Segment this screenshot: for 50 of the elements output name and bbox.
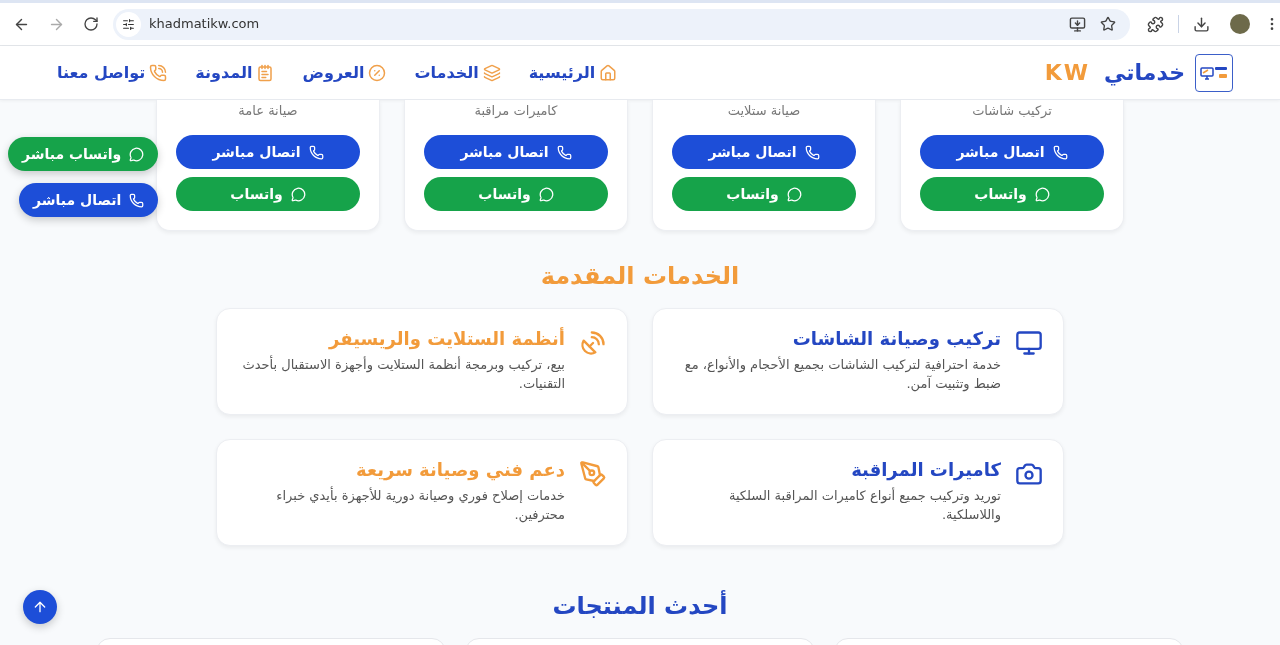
call-button[interactable]: اتصال مباشر (424, 135, 608, 169)
service-title: تركيب وصيانة الشاشات (792, 327, 1001, 351)
phone-icon (804, 144, 820, 160)
card-subtitle: تركيب شاشات (971, 102, 1053, 120)
scroll-to-top-button[interactable] (23, 590, 57, 624)
service-title: كاميرات المراقبة (851, 458, 1001, 482)
call-button[interactable]: اتصال مباشر (19, 183, 159, 217)
site-settings-icon[interactable] (116, 11, 141, 37)
nav-link[interactable]: الرئيسية (528, 60, 618, 85)
section-title: أحدث المنتجات (552, 590, 728, 622)
reload-icon[interactable] (83, 16, 99, 32)
phone-icon (308, 144, 324, 160)
service-description: خدمات إصلاح فوري وصيانة دورية للأجهزة بأيدي خبراء محترفين. (275, 486, 565, 524)
chat-bubble-icon (538, 186, 554, 202)
url-text: khadmatikw.com (149, 15, 260, 34)
home-icon (599, 63, 618, 82)
logo-icon[interactable] (1195, 53, 1233, 92)
phone-icon (129, 192, 145, 208)
service-description: خدمة احترافية لتركيب الشاشات بجميع الأحجام والأنواع، مع ضبط وتثبيت آمن. (683, 355, 1001, 393)
nav-link[interactable]: الخدمات (414, 60, 501, 85)
card-subtitle: صيانة ستلايت (726, 102, 802, 120)
bookmark-star-icon[interactable] (1100, 16, 1116, 32)
download-icon[interactable] (1193, 15, 1210, 33)
layers-icon (482, 63, 501, 82)
service-description: توريد وتركيب جميع أنواع كاميرات المراقبة السلكية واللاسلكية. (727, 486, 1001, 524)
call-button[interactable]: اتصال مباشر (672, 135, 856, 169)
notepad-icon (256, 63, 275, 82)
chat-bubble-icon (786, 186, 802, 202)
nav-link[interactable]: تواصل معنا (57, 60, 168, 85)
percent-icon (368, 63, 387, 82)
install-app-icon[interactable] (1069, 15, 1086, 33)
nav-link[interactable]: العروض (302, 60, 387, 85)
card-subtitle: صيانة عامة (237, 102, 299, 120)
nav-link[interactable]: المدونة (195, 60, 275, 85)
service-title: دعم فني وصيانة سريعة (356, 458, 565, 482)
phone-icon (1052, 144, 1068, 160)
address-bar[interactable]: khadmatikw.com (113, 8, 1130, 40)
section-title: الخدمات المقدمة (540, 261, 740, 292)
service-title: أنظمة الستلايت والريسيفر (329, 327, 565, 351)
service-description: بيع، تركيب وبرمجة أنظمة الستلايت وأجهزة الاستقبال بأحدث التقنيات. (241, 355, 565, 393)
call-button[interactable]: اتصال مباشر (920, 135, 1104, 169)
extensions-icon[interactable] (1147, 15, 1164, 33)
chat-bubble-icon (290, 186, 306, 202)
chat-bubble-icon (129, 146, 145, 162)
call-button[interactable]: اتصال مباشر (176, 135, 360, 169)
chat-bubble-icon (1034, 186, 1050, 202)
phone-icon (149, 63, 168, 82)
avatar-icon[interactable] (1230, 14, 1250, 34)
phone-icon (556, 144, 572, 160)
card-subtitle: كاميرات مراقبة (473, 102, 559, 120)
